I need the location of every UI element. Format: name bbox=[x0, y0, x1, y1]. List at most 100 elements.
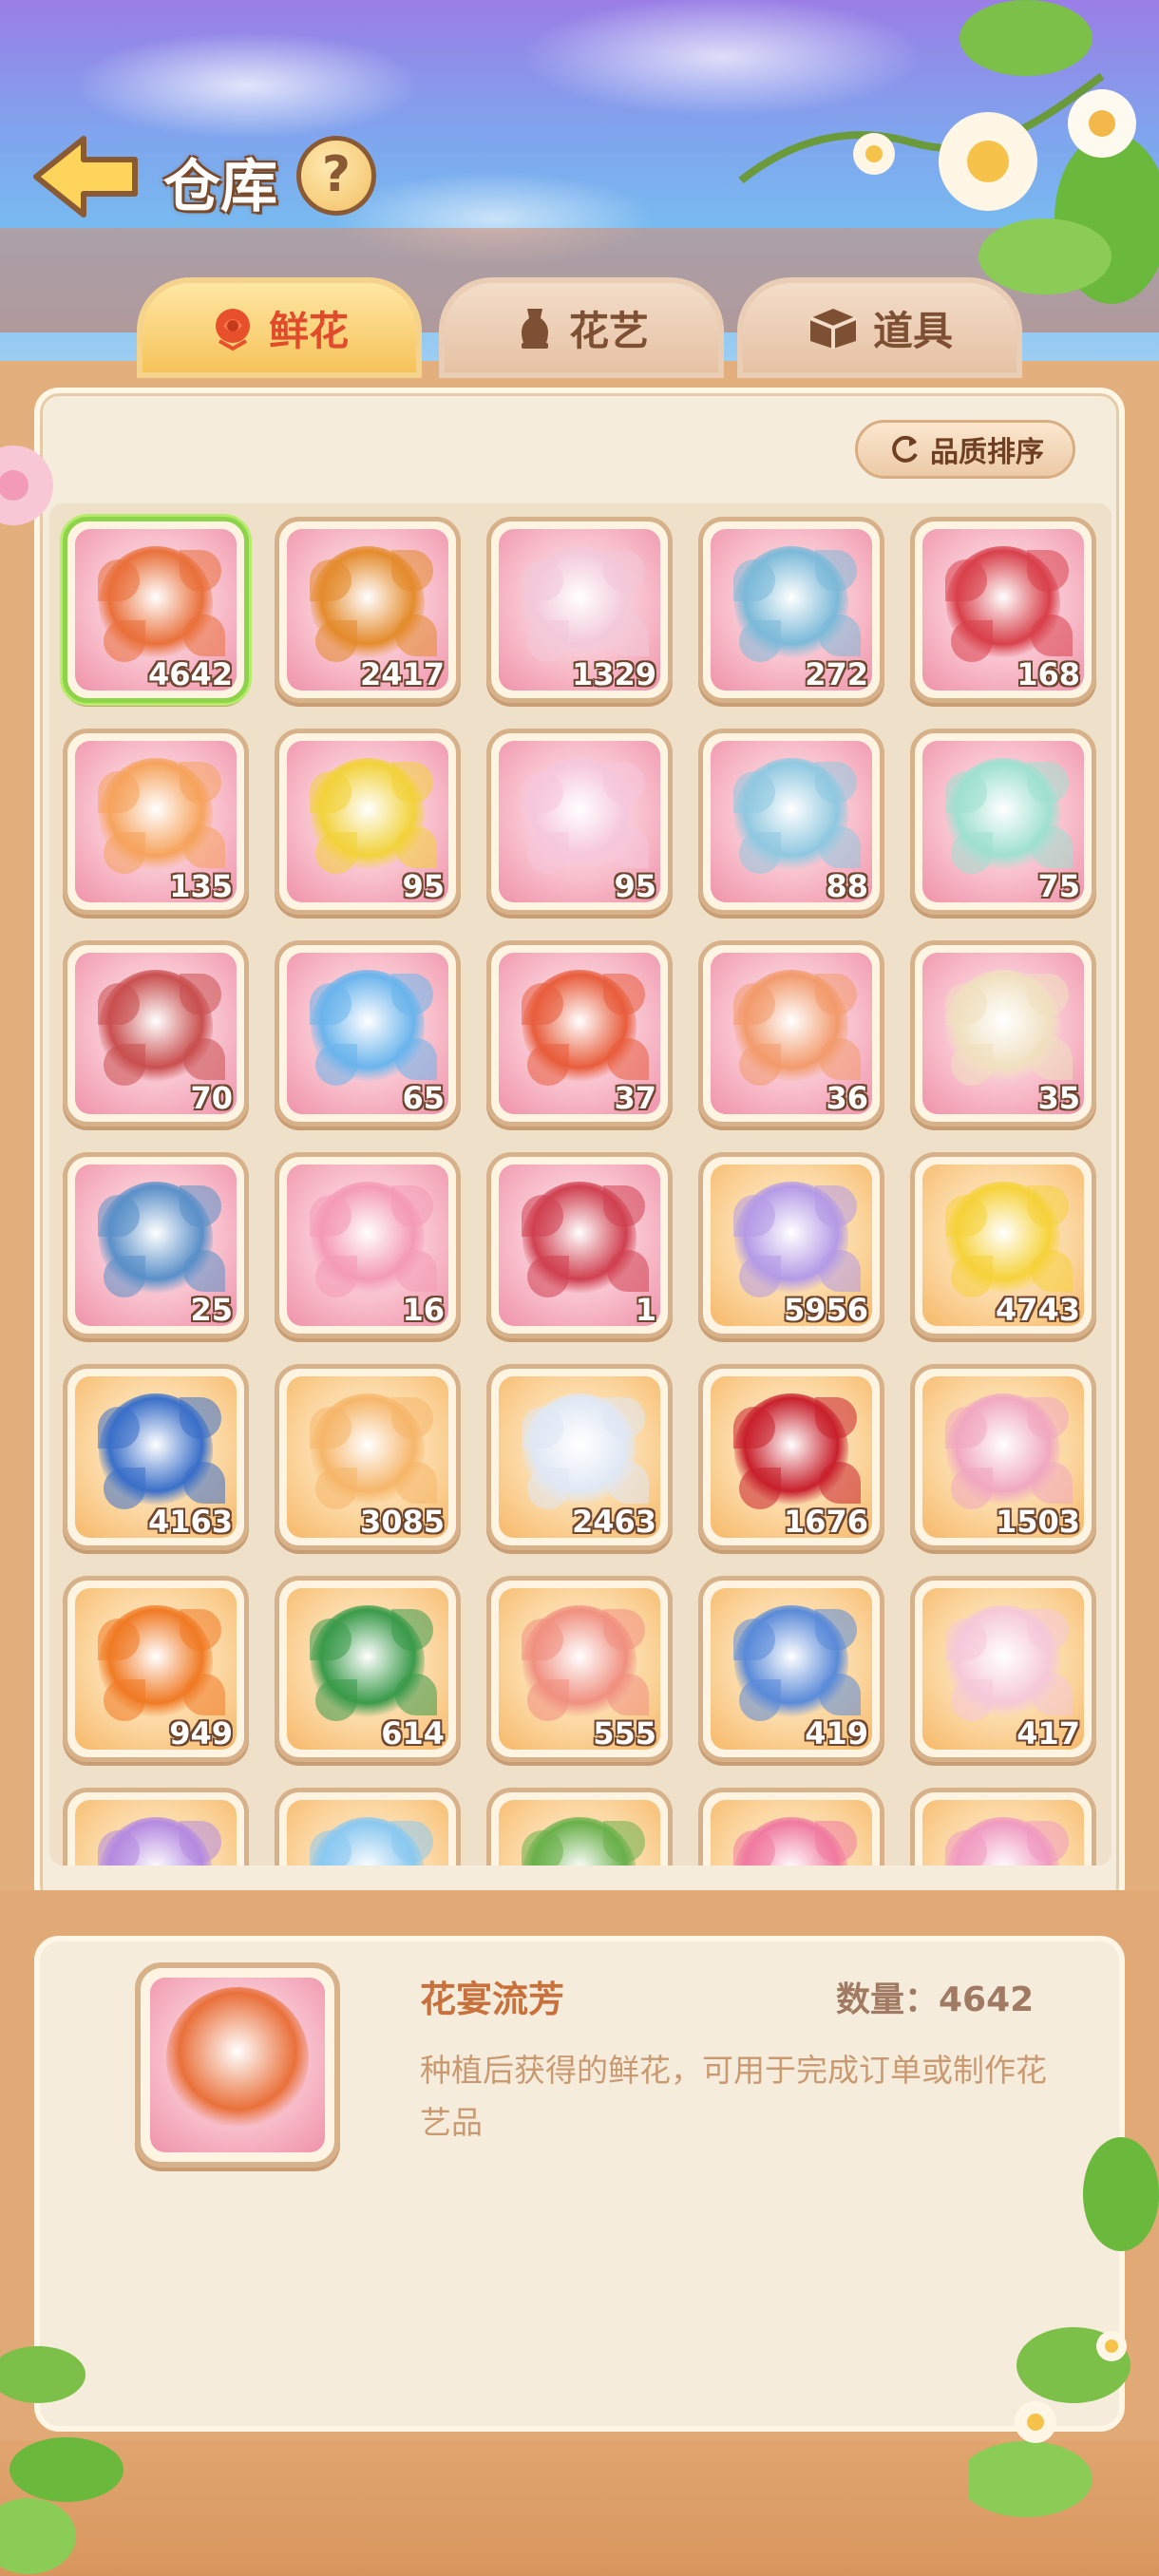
petal-icon bbox=[522, 1619, 563, 1660]
item-count: 949 bbox=[169, 1715, 233, 1752]
inventory-item-slot[interactable]: 35 bbox=[910, 940, 1096, 1127]
petal-icon bbox=[815, 974, 857, 1015]
inventory-item-slot[interactable]: 272 bbox=[698, 517, 884, 703]
petal-icon bbox=[733, 1619, 775, 1660]
petal-icon bbox=[739, 1679, 781, 1721]
item-count: 95 bbox=[402, 868, 445, 904]
rose-icon bbox=[215, 309, 250, 350]
petal-icon bbox=[1031, 826, 1073, 868]
inventory-item-slot[interactable] bbox=[698, 1788, 884, 1866]
petal-icon bbox=[815, 1609, 857, 1651]
item-count: 2417 bbox=[359, 656, 445, 692]
inventory-item-slot[interactable]: 37 bbox=[486, 940, 673, 1127]
item-count: 95 bbox=[614, 868, 656, 904]
petal-icon bbox=[733, 983, 775, 1025]
petal-icon bbox=[819, 1038, 861, 1080]
petal-icon bbox=[1027, 1185, 1069, 1227]
inventory-item-slot[interactable] bbox=[63, 1788, 249, 1866]
inventory-item-slot[interactable]: 65 bbox=[275, 940, 461, 1127]
inventory-item-slot[interactable]: 135 bbox=[63, 729, 249, 915]
inventory-item-slot[interactable] bbox=[486, 1788, 673, 1866]
inventory-item-slot[interactable]: 75 bbox=[910, 729, 1096, 915]
petal-icon bbox=[180, 1609, 221, 1651]
petal-icon bbox=[945, 1407, 987, 1449]
inventory-item-slot[interactable]: 5956 bbox=[698, 1152, 884, 1338]
petal-icon bbox=[395, 826, 437, 868]
inventory-item-slot[interactable]: 95 bbox=[275, 729, 461, 915]
petal-icon bbox=[951, 620, 993, 662]
tab-flowers[interactable]: 鲜花 bbox=[137, 277, 422, 378]
inventory-item-slot[interactable]: 2417 bbox=[275, 517, 461, 703]
inventory-item-slot[interactable]: 1 bbox=[486, 1152, 673, 1338]
petal-icon bbox=[945, 1619, 987, 1660]
item-grid: 4642 2417 1329 272 168 135 95 95 88 75 70 65 37 36 35 2… bbox=[63, 517, 1096, 1866]
inventory-item-slot[interactable]: 70 bbox=[63, 940, 249, 1127]
petal-icon bbox=[527, 620, 569, 662]
refresh-icon bbox=[892, 435, 918, 463]
petal-icon bbox=[395, 1674, 437, 1715]
quality-sort-button[interactable]: 品质排序 bbox=[855, 420, 1075, 479]
inventory-item-slot[interactable]: 16 bbox=[275, 1152, 461, 1338]
inventory-item-slot[interactable]: 3085 bbox=[275, 1364, 461, 1550]
inventory-item-slot[interactable]: 88 bbox=[698, 729, 884, 915]
petal-icon bbox=[815, 762, 857, 804]
petal-icon bbox=[395, 1250, 437, 1292]
petal-icon bbox=[104, 1044, 145, 1086]
inventory-item-slot[interactable]: 417 bbox=[910, 1576, 1096, 1762]
inventory-item-slot[interactable] bbox=[910, 1788, 1096, 1866]
petal-icon bbox=[527, 1044, 569, 1086]
inventory-item-slot[interactable]: 555 bbox=[486, 1576, 673, 1762]
petal-icon bbox=[603, 550, 645, 592]
inventory-item-slot[interactable]: 4642 bbox=[63, 517, 249, 703]
inventory-item-slot[interactable]: 4743 bbox=[910, 1152, 1096, 1338]
petal-icon bbox=[739, 1256, 781, 1297]
inventory-item-slot[interactable]: 168 bbox=[910, 517, 1096, 703]
help-button[interactable]: ? bbox=[296, 136, 376, 216]
inventory-item-slot[interactable]: 95 bbox=[486, 729, 673, 915]
petal-icon bbox=[180, 762, 221, 804]
item-grid-scroll-area[interactable]: 4642 2417 1329 272 168 135 95 95 88 75 70 65 37 36 35 2… bbox=[49, 503, 1112, 1866]
inventory-item-slot[interactable]: 1329 bbox=[486, 517, 673, 703]
tab-items[interactable]: 道具 bbox=[737, 277, 1022, 378]
petal-icon bbox=[391, 1397, 433, 1439]
petal-icon bbox=[1031, 1674, 1073, 1715]
back-arrow-icon[interactable] bbox=[28, 131, 142, 222]
inventory-item-slot[interactable]: 1676 bbox=[698, 1364, 884, 1550]
inventory-item-slot[interactable]: 1503 bbox=[910, 1364, 1096, 1550]
petal-icon bbox=[522, 983, 563, 1025]
inventory-item-slot[interactable]: 949 bbox=[63, 1576, 249, 1762]
item-thumbnail bbox=[499, 1800, 660, 1866]
petal-icon bbox=[522, 1195, 563, 1237]
item-thumbnail bbox=[922, 1800, 1084, 1866]
petal-icon bbox=[98, 983, 140, 1025]
inventory-item-slot[interactable]: 25 bbox=[63, 1152, 249, 1338]
petal-icon bbox=[183, 1462, 225, 1504]
item-count: 2463 bbox=[571, 1504, 656, 1540]
petal-icon bbox=[315, 1256, 357, 1297]
petal-icon bbox=[607, 1038, 649, 1080]
petal-icon bbox=[98, 559, 140, 601]
petal-icon bbox=[183, 615, 225, 656]
petal-icon bbox=[183, 826, 225, 868]
inventory-item-slot[interactable]: 36 bbox=[698, 940, 884, 1127]
petal-icon bbox=[315, 1044, 357, 1086]
petal-icon bbox=[1027, 762, 1069, 804]
inventory-item-slot[interactable] bbox=[275, 1788, 461, 1866]
petal-icon bbox=[98, 771, 140, 813]
petal-icon bbox=[395, 1038, 437, 1080]
petal-icon bbox=[315, 832, 357, 874]
inventory-item-slot[interactable]: 2463 bbox=[486, 1364, 673, 1550]
petal-icon bbox=[98, 1619, 140, 1660]
petal-icon bbox=[819, 826, 861, 868]
petal-icon bbox=[951, 1679, 993, 1721]
petal-icon bbox=[819, 1250, 861, 1292]
inventory-item-slot[interactable]: 614 bbox=[275, 1576, 461, 1762]
tab-floral-art[interactable]: 花艺 bbox=[439, 277, 724, 378]
inventory-item-slot[interactable]: 419 bbox=[698, 1576, 884, 1762]
item-count: 555 bbox=[593, 1715, 656, 1752]
petal-icon bbox=[733, 559, 775, 601]
side-flower-icon bbox=[0, 445, 53, 525]
petal-icon bbox=[945, 983, 987, 1025]
petal-icon bbox=[951, 1256, 993, 1297]
inventory-item-slot[interactable]: 4163 bbox=[63, 1364, 249, 1550]
